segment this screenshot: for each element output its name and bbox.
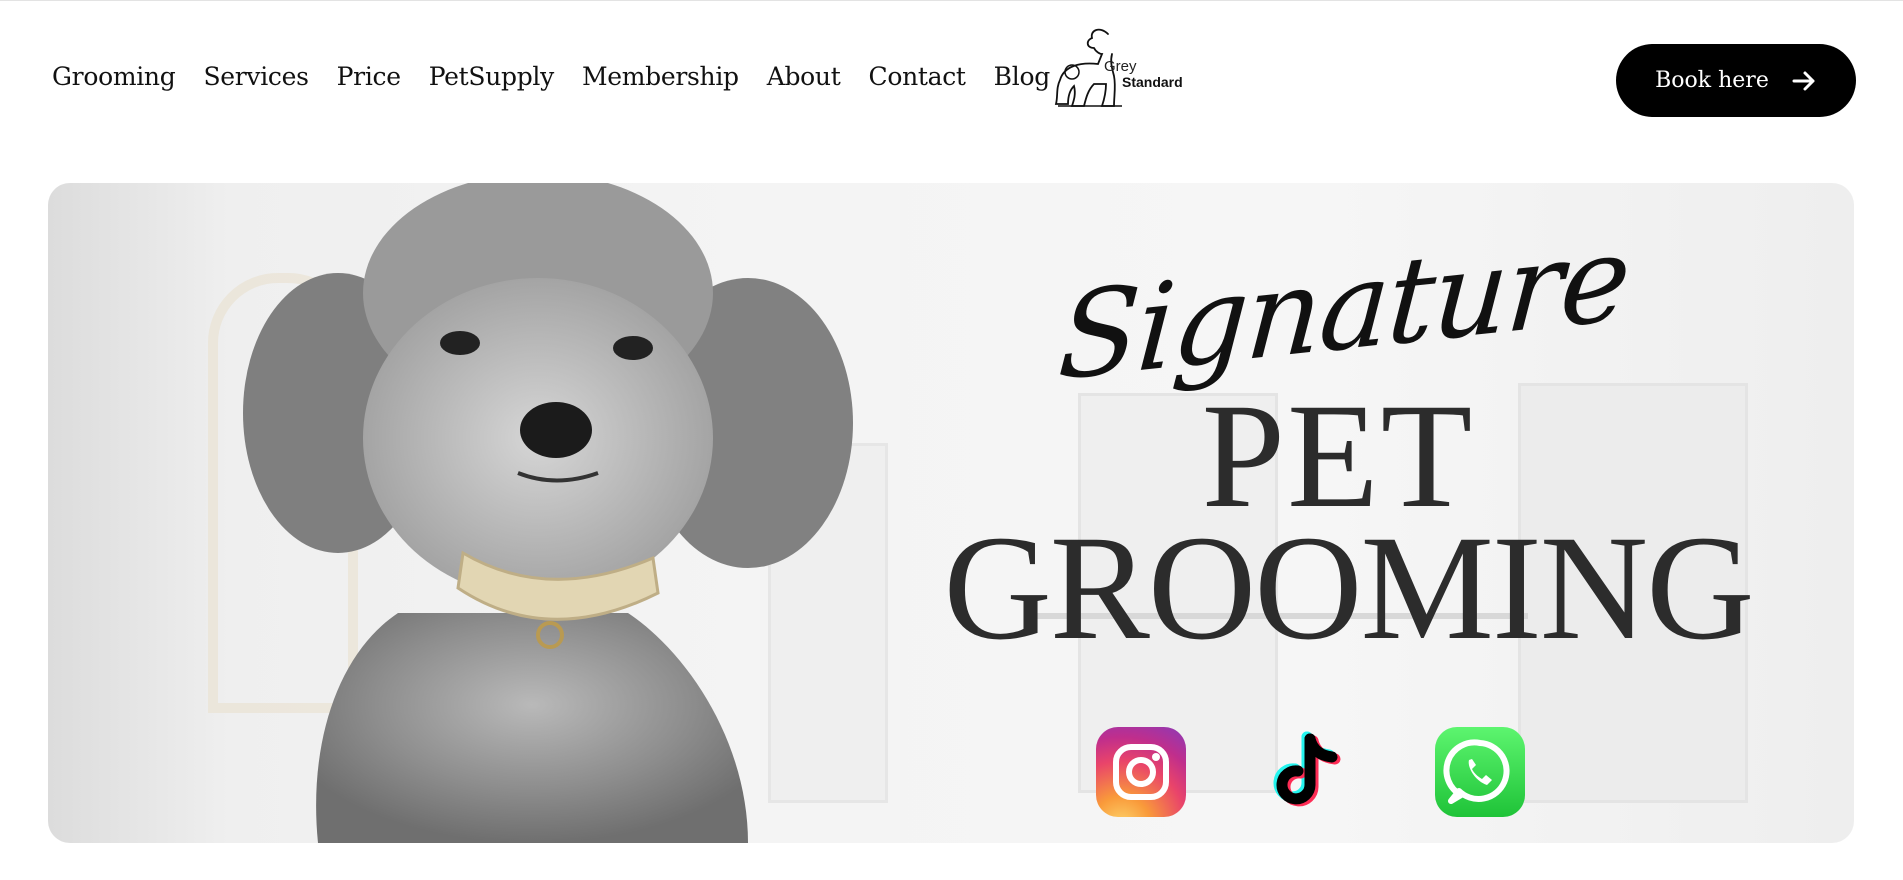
logo-text-grey: Grey [1104,58,1137,75]
nav-item-contact[interactable]: Contact [868,62,965,91]
hero-banner: Signature PET GROOMING [48,183,1854,843]
arrow-right-icon [1792,71,1815,90]
nav-item-blog[interactable]: Blog [994,62,1051,91]
logo-text-standard: Standard [1122,74,1183,90]
site-header: Grooming Services Price PetSupply Member… [0,0,1903,160]
main-nav: Grooming Services Price PetSupply Member… [52,62,1078,91]
book-here-button[interactable]: Book here [1616,44,1856,117]
site-logo[interactable]: Grey Standard [1050,24,1190,110]
grey-poodle-photo [243,183,853,843]
instagram-icon [1113,744,1169,800]
whatsapp-link[interactable] [1435,727,1525,817]
nav-item-petsupply[interactable]: PetSupply [429,62,555,91]
tiktok-link[interactable] [1262,727,1352,817]
tiktok-icon [1273,731,1341,807]
book-here-label: Book here [1655,68,1769,93]
nav-item-services[interactable]: Services [203,62,309,91]
whatsapp-icon [1443,739,1510,804]
instagram-link[interactable] [1096,727,1186,817]
nav-item-about[interactable]: About [767,62,841,91]
nav-item-membership[interactable]: Membership [582,62,739,91]
nav-item-price[interactable]: Price [337,62,401,91]
nav-item-grooming[interactable]: Grooming [52,62,176,91]
hero-title-grooming: GROOMING [943,505,1755,671]
